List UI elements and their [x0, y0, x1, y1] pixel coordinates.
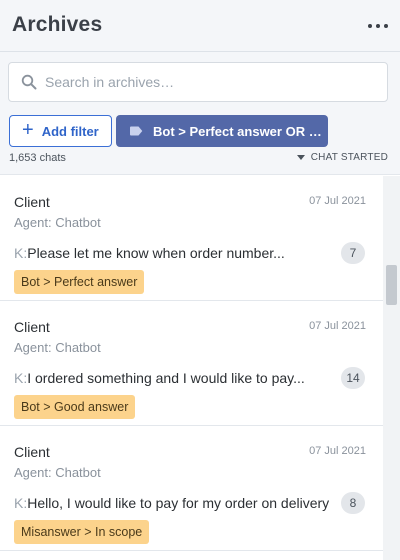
chat-date: 07 Jul 2021	[309, 320, 366, 332]
plus-icon: +	[22, 119, 34, 141]
agent-name: Agent: Chatbot	[14, 465, 101, 480]
scrollbar-thumb[interactable]	[386, 265, 397, 305]
sort-toggle[interactable]: CHAT STARTED	[296, 152, 388, 163]
chat-list-item[interactable]: Client 07 Jul 2021 Agent: Chatbot K:Hell…	[0, 426, 383, 551]
active-filter-chip[interactable]: Bot > Perfect answer OR …	[116, 115, 328, 147]
more-horizontal-icon	[368, 24, 372, 28]
filter-panel: + Add filter Bot > Perfect answer OR … 1…	[0, 52, 400, 175]
message-text: Please let me know when order number...	[27, 245, 285, 261]
add-filter-label: Add filter	[41, 123, 99, 139]
chat-list-item[interactable]: Client 07 Jul 2021 Agent: Chatbot K:I or…	[0, 301, 383, 426]
agent-name: Agent: Chatbot	[14, 340, 101, 355]
chat-count: 1,653 chats	[9, 152, 66, 164]
chat-list: Client 07 Jul 2021 Agent: Chatbot K:Plea…	[0, 176, 383, 560]
active-filter-label: Bot > Perfect answer OR …	[153, 123, 322, 139]
tag-icon	[130, 126, 143, 136]
tag-label: Bot > Good answer	[14, 395, 136, 419]
message-text: Hello, I would like to pay for my order …	[27, 495, 330, 511]
archives-header: Archives	[0, 0, 400, 52]
client-name: Client	[14, 444, 50, 460]
search-input[interactable]	[45, 71, 375, 93]
more-options-button[interactable]	[368, 18, 388, 34]
add-filter-button[interactable]: + Add filter	[9, 115, 112, 147]
scrollbar[interactable]	[383, 176, 400, 560]
message-prefix: K:	[14, 245, 28, 261]
page-title: Archives	[12, 13, 103, 36]
message-count-badge: 14	[341, 367, 365, 389]
search-icon	[21, 74, 37, 90]
chat-date: 07 Jul 2021	[309, 445, 366, 457]
sort-label: CHAT STARTED	[310, 152, 388, 163]
search-box[interactable]	[8, 62, 388, 102]
tag-label: Bot > Perfect answer	[14, 270, 145, 294]
message-text: I ordered something and I would like to …	[27, 370, 305, 386]
chat-date: 07 Jul 2021	[309, 195, 366, 207]
message-prefix: K:	[14, 370, 28, 386]
client-name: Client	[14, 194, 50, 210]
tag-label: Misanswer > In scope	[14, 520, 150, 544]
message-prefix: K:	[14, 495, 28, 511]
chat-list-item[interactable]: Client 07 Jul 2021 Agent: Chatbot K:Plea…	[0, 176, 383, 301]
message-preview: K:Hello, I would like to pay for my orde…	[14, 495, 329, 511]
client-name: Client	[14, 319, 50, 335]
caret-down-icon	[296, 155, 305, 160]
message-preview: K:Please let me know when order number..…	[14, 245, 285, 261]
message-count-badge: 8	[341, 492, 365, 514]
agent-name: Agent: Chatbot	[14, 215, 101, 230]
message-count-badge: 7	[341, 242, 365, 264]
message-preview: K:I ordered something and I would like t…	[14, 370, 305, 386]
